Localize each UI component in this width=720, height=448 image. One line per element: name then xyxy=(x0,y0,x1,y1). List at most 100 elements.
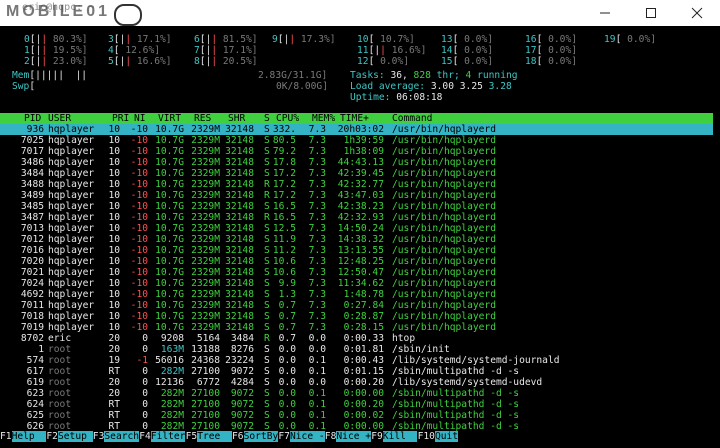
cell-pri: 10 xyxy=(108,135,120,146)
process-row[interactable]: 7017 hqplayer 10 -10 10.7G 2329M 32148 S 79.2 7.3… xyxy=(0,146,720,157)
cell-cpu: 0.0 xyxy=(278,388,296,399)
cell-res: 2329M xyxy=(191,135,220,146)
process-row[interactable]: 619 root 20 0 12136 6772 4284 S 0.0 0.0 0:00.20/li… xyxy=(0,377,720,388)
process-row[interactable]: 7013 hqplayer 10 -10 10.7G 2329M 32148 S 12.5 7.3… xyxy=(0,223,720,234)
column-header-s[interactable]: S xyxy=(264,113,270,124)
fkey-f2[interactable]: F2 xyxy=(46,431,58,442)
fkey-f1[interactable]: F1 xyxy=(0,431,12,442)
cpu-percent: 0.0%] xyxy=(548,45,578,56)
maximize-button[interactable] xyxy=(628,0,674,26)
fkey-label[interactable]: Filter xyxy=(150,431,186,442)
fkey-label[interactable]: Search xyxy=(104,431,140,442)
column-header-row[interactable]: PID USER PRI NI VIRT RES SHR S CPU% MEM% TIME+ Comm… xyxy=(0,113,720,124)
process-row[interactable]: 623 root 20 0 282M 27100 9072 S 0.0 0.1 0:00.00/sb… xyxy=(0,388,720,399)
cell-ni: -10 xyxy=(130,289,148,300)
cell-user: hqplayer xyxy=(48,146,95,157)
fkey-label[interactable]: Nice + xyxy=(336,431,372,442)
process-row[interactable]: 4692 hqplayer 10 -10 10.7G 2329M 32148 S 1.3 7.3 1… xyxy=(0,289,720,300)
cell-cpu: 332. xyxy=(272,124,296,135)
cell-time: 13:13.55 xyxy=(337,245,384,256)
column-header-cmd[interactable]: Command xyxy=(392,113,432,124)
column-header-ni[interactable]: NI xyxy=(134,113,146,124)
cpu-id: 19 xyxy=(604,34,616,45)
process-row[interactable]: 3484 hqplayer 10 -10 10.7G 2329M 32148 S 17.2 7.3… xyxy=(0,168,720,179)
fkey-label[interactable]: Tree xyxy=(197,431,232,442)
minimize-button[interactable] xyxy=(582,0,628,26)
window-titlebar[interactable]: MOBILE01 eric@hqpc: ~ xyxy=(0,0,720,27)
cpu-bar: [ xyxy=(113,45,120,56)
terminal-area[interactable]: 0[|| 80.3%] 3[|| 17.1%] 6[|| 81.5%] 9[|| 17… xyxy=(0,26,720,448)
process-row[interactable]: 624 root RT 0 282M 27100 9072 S 0.0 0.1 0:00.20/sb… xyxy=(0,399,720,410)
fkey-label[interactable]: Setup xyxy=(58,431,93,442)
cell-s: S xyxy=(264,223,270,234)
column-header-user[interactable]: USER xyxy=(48,113,71,124)
column-header-shr[interactable]: SHR xyxy=(228,113,245,124)
process-row[interactable]: 3489 hqplayer 10 -10 10.7G 2329M 32148 R 17.2 7.3… xyxy=(0,190,720,201)
process-row[interactable]: 7019 hqplayer 10 -10 10.7G 2329M 32148 S 0.7 7.3 0… xyxy=(0,322,720,333)
cell-user: root xyxy=(48,366,72,377)
fkey-f5[interactable]: F5 xyxy=(185,431,198,442)
process-row[interactable]: 7020 hqplayer 10 -10 10.7G 2329M 32148 S 10.6 7.3… xyxy=(0,256,720,267)
process-row[interactable]: 1 root 20 0 163M 13188 8276 S 0.0 0.0 0:01.81/sbin… xyxy=(0,344,720,355)
cell-pri: 20 xyxy=(108,377,120,388)
process-row[interactable]: 7012 hqplayer 10 -10 10.7G 2329M 32148 S 11.9 7.3… xyxy=(0,234,720,245)
column-header-cpu[interactable]: CPU% xyxy=(276,113,299,124)
fkey-label[interactable]: SortBy xyxy=(243,431,279,442)
cell-pri: 10 xyxy=(108,300,120,311)
cell-shr: 32148 xyxy=(225,157,254,168)
fkey-f10[interactable]: F10 xyxy=(417,431,435,442)
process-row[interactable]: 3487 hqplayer 10 -10 10.7G 2329M 32148 R 16.5 7.3… xyxy=(0,212,720,223)
process-row[interactable]: 7021 hqplayer 10 -10 10.7G 2329M 32148 S 10.6 7.3… xyxy=(0,267,720,278)
fkey-f3[interactable]: F3 xyxy=(92,431,105,442)
cell-ni: -10 xyxy=(130,311,148,322)
fkey-f4[interactable]: F4 xyxy=(139,431,151,442)
column-header-mem[interactable]: MEM% xyxy=(312,113,335,124)
process-row[interactable]: 7025 hqplayer 10 -10 10.7G 2329M 32148 S 80.5 7.3… xyxy=(0,135,720,146)
process-row[interactable]: 625 root RT 0 282M 27100 9072 S 0.0 0.1 0:00.02/sb… xyxy=(0,410,720,421)
cell-virt: 282M xyxy=(160,399,184,410)
close-button[interactable] xyxy=(674,0,720,26)
cell-time: 0:28.87 xyxy=(343,311,384,322)
selected-process-row[interactable]: 936 hqplayer 10 -10 10.7G 2329M 32148 S 332. 7.3 2… xyxy=(0,124,720,135)
process-row[interactable]: 3488 hqplayer 10 -10 10.7G 2329M 32148 R 17.2 7.3… xyxy=(0,179,720,190)
cell-mem: 7.3 xyxy=(308,190,326,201)
cell-cmd: /usr/bin/hqplayerd xyxy=(392,124,496,135)
process-row[interactable]: 7024 hqplayer 10 -10 10.7G 2329M 32148 S 9.9 7.3 1… xyxy=(0,278,720,289)
column-header-time[interactable]: TIME+ xyxy=(340,113,369,124)
process-row[interactable]: 617 root RT 0 282M 27100 9072 S 0.0 0.1 0:01.15/sb… xyxy=(0,366,720,377)
cell-cmd: /usr/bin/hqplayerd xyxy=(392,267,496,278)
fkey-label[interactable]: Kill xyxy=(382,431,418,442)
process-row[interactable]: 574 root 19 -1 56016 24368 23224 S 0.0 0.1 0:00.43… xyxy=(0,355,720,366)
cell-mem: 7.3 xyxy=(308,234,326,245)
process-row[interactable]: 8702 eric 20 0 9208 5164 3484 R 0.7 0.0 0:00.33 hto… xyxy=(0,333,720,344)
cell-virt: 10.7G xyxy=(155,245,184,256)
fkey-f9[interactable]: F9 xyxy=(371,431,383,442)
fkey-label[interactable]: Help xyxy=(11,431,47,442)
cell-s: S xyxy=(264,355,270,366)
column-header-res[interactable]: RES xyxy=(194,113,211,124)
fkey-label[interactable]: Quit xyxy=(435,431,459,442)
cell-s: S xyxy=(264,289,270,300)
fkey-f7[interactable]: F7 xyxy=(278,431,290,442)
fkey-f8[interactable]: F8 xyxy=(324,431,337,442)
column-header-pid[interactable]: PID xyxy=(24,113,41,124)
process-row[interactable]: 3485 hqplayer 10 -10 10.7G 2329M 32148 S 16.5 7.3… xyxy=(0,201,720,212)
cpu-id: 16 xyxy=(525,34,537,45)
scrollbar[interactable] xyxy=(713,26,720,448)
cell-virt: 10.7G xyxy=(155,190,184,201)
process-row[interactable]: 7018 hqplayer 10 -10 10.7G 2329M 32148 S 0.7 7.3 0… xyxy=(0,311,720,322)
cell-virt: 10.7G xyxy=(155,157,184,168)
fkey-label[interactable]: Nice - xyxy=(290,431,325,442)
cpu-id: 15 xyxy=(441,56,453,67)
cell-s: S xyxy=(264,157,270,168)
cell-virt: 10.7G xyxy=(155,135,184,146)
column-header-pri[interactable]: PRI xyxy=(112,113,129,124)
process-row[interactable]: 3486 hqplayer 10 -10 10.7G 2329M 32148 S 17.8 7.3… xyxy=(0,157,720,168)
cpu-bar: [| xyxy=(113,56,126,67)
column-header-virt[interactable]: VIRT xyxy=(158,113,181,124)
function-key-bar[interactable]: F1 Help F2 Setup F3 Search F4 Filter F5 Tree F6… xyxy=(0,431,720,442)
cell-cpu: 80.5 xyxy=(272,135,296,146)
process-row[interactable]: 7016 hqplayer 10 -10 10.7G 2329M 32148 S 11.2 7.3… xyxy=(0,245,720,256)
process-row[interactable]: 7011 hqplayer 10 -10 10.7G 2329M 32148 S 0.7 7.3 0… xyxy=(0,300,720,311)
fkey-f6[interactable]: F6 xyxy=(232,431,244,442)
